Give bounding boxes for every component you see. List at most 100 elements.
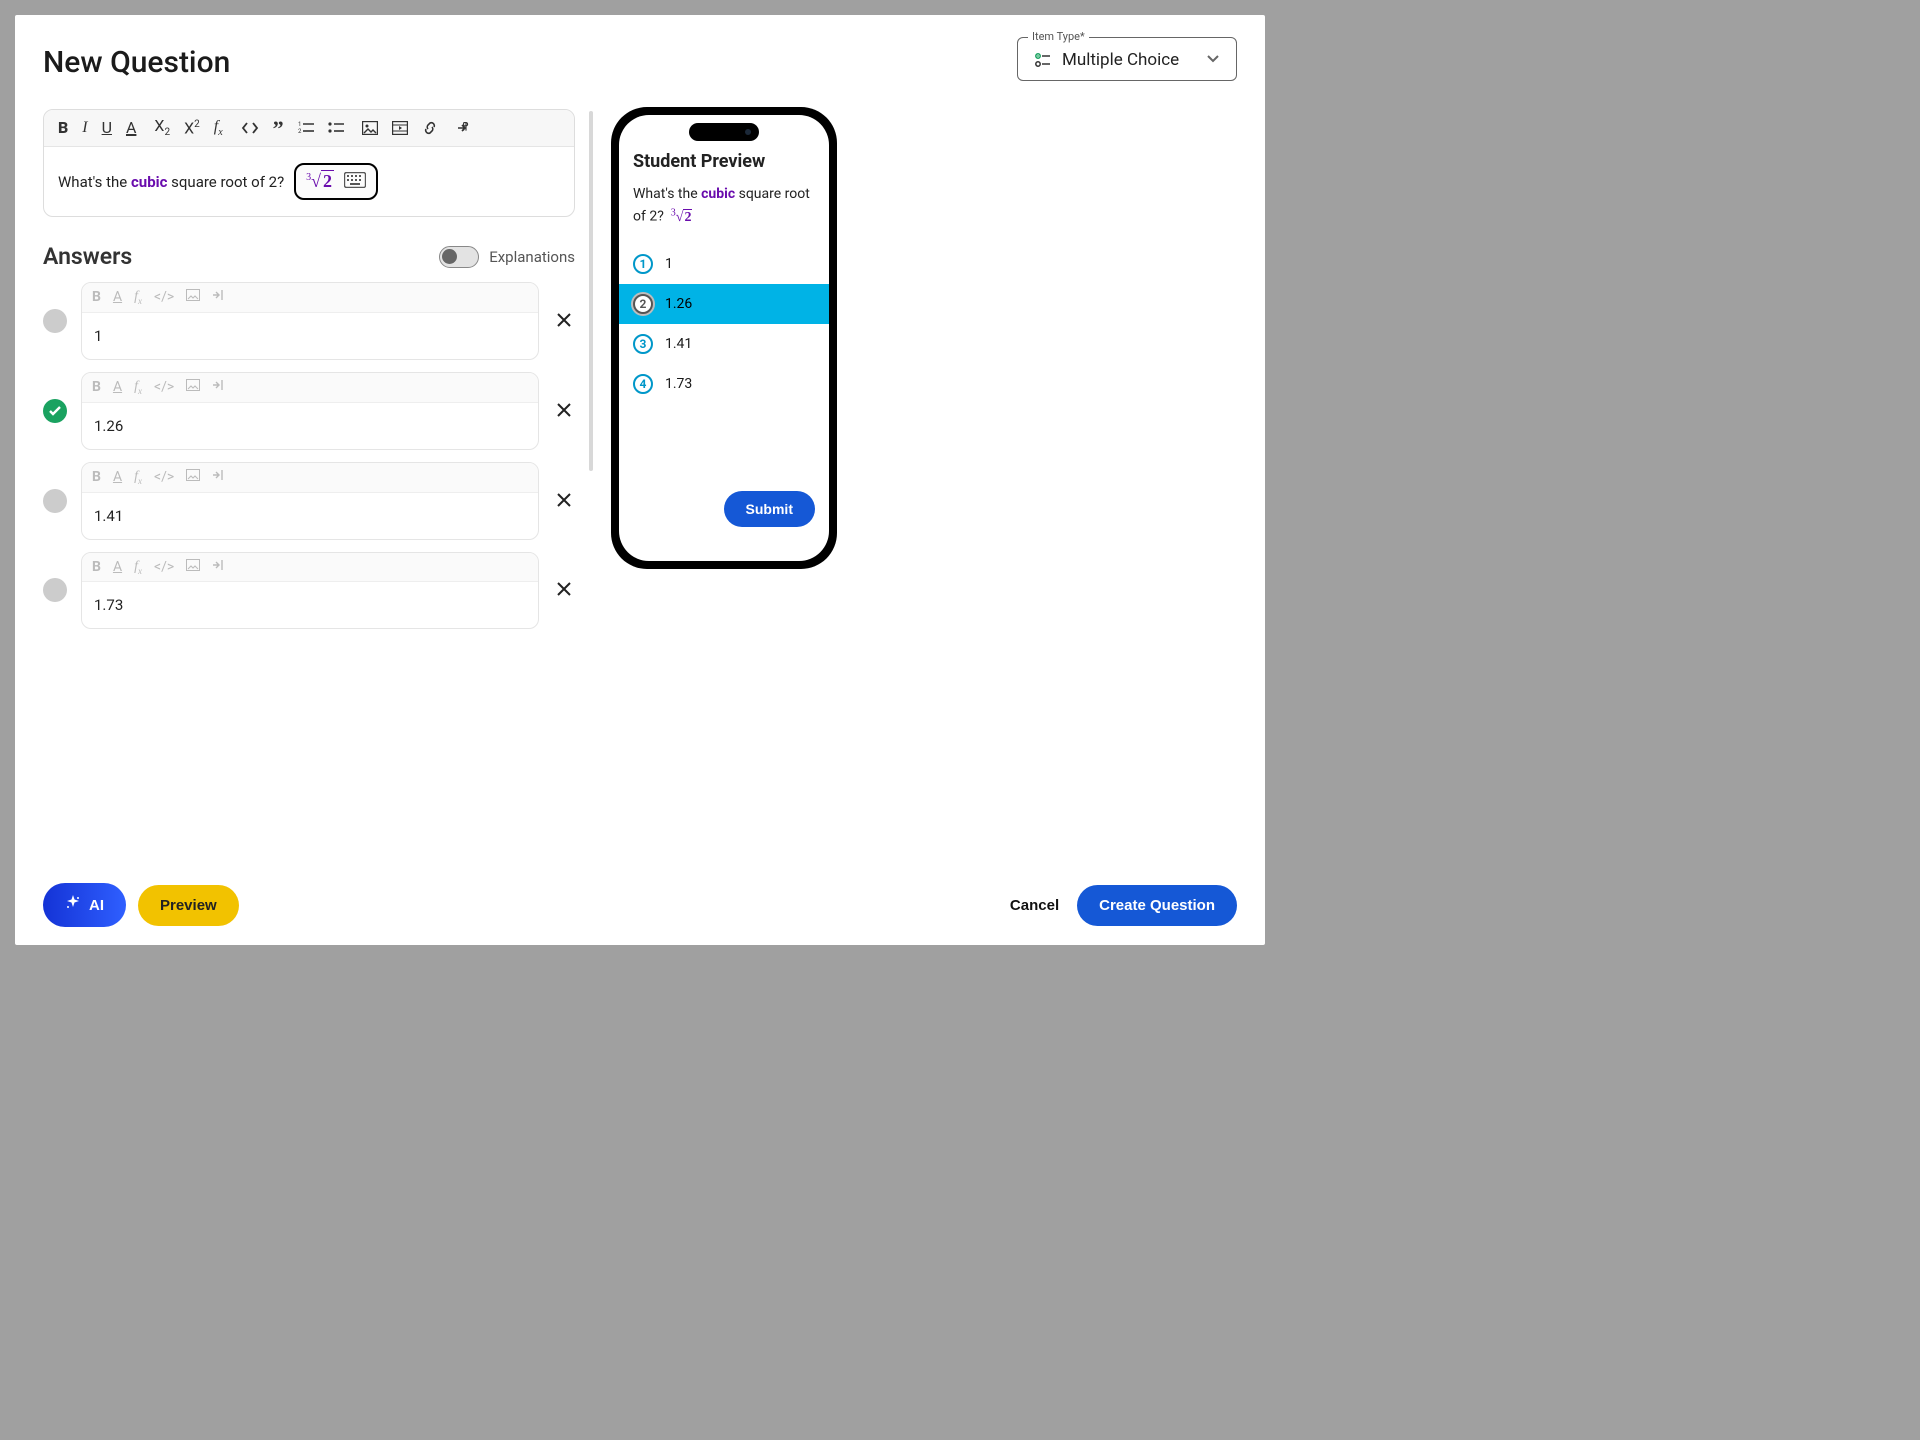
paragraph-dir-button[interactable] — [212, 379, 226, 396]
answers-header: Answers Explanations — [43, 243, 575, 270]
option-text: 1.41 — [665, 336, 692, 352]
svg-text:2: 2 — [298, 128, 302, 135]
option-text: 1.73 — [665, 376, 692, 392]
cancel-button[interactable]: Cancel — [992, 885, 1077, 926]
math-button[interactable]: fx — [134, 469, 142, 486]
text-color-button[interactable]: A — [113, 379, 122, 396]
column-divider[interactable] — [589, 111, 593, 471]
preview-option-list: 1121.2631.4141.73 — [619, 244, 829, 404]
editor-column: B I U A X2 X2 fx ” 12 — [43, 109, 575, 641]
answer-mini-toolbar: B A fx </> — [82, 463, 538, 493]
dynamic-island — [689, 123, 759, 141]
answer-row: B A fx </> 1.73 — [43, 552, 575, 630]
sparkle-icon — [65, 895, 81, 915]
bold-button[interactable]: B — [92, 559, 101, 576]
answer-text[interactable]: 1.73 — [82, 582, 538, 628]
code-button[interactable]: </> — [154, 379, 174, 396]
superscript-button[interactable]: X2 — [184, 120, 200, 136]
question-text: What's the cubic square root of 2? — [58, 173, 284, 191]
image-button[interactable] — [186, 559, 200, 576]
option-text: 1 — [665, 256, 673, 272]
rich-text-toolbar: B I U A X2 X2 fx ” 12 — [44, 110, 574, 147]
image-button[interactable] — [186, 469, 200, 486]
text-color-button[interactable]: A — [113, 469, 122, 486]
code-button[interactable] — [241, 121, 259, 135]
italic-button[interactable]: I — [82, 120, 87, 136]
keyboard-icon[interactable] — [344, 172, 366, 192]
question-content[interactable]: What's the cubic square root of 2? 3√2 — [44, 147, 574, 216]
bold-button[interactable]: B — [92, 379, 101, 396]
ordered-list-button[interactable]: 12 — [298, 121, 314, 135]
delete-answer-button[interactable] — [553, 489, 575, 513]
bold-button[interactable]: B — [92, 469, 101, 486]
answers-title: Answers — [43, 243, 132, 270]
svg-text:1: 1 — [298, 121, 301, 128]
text-color-button[interactable]: A — [113, 559, 122, 576]
image-button[interactable] — [186, 289, 200, 306]
ai-button[interactable]: AI — [43, 883, 126, 927]
explanations-toggle[interactable] — [439, 246, 479, 268]
item-type-value: Multiple Choice — [1062, 50, 1196, 70]
option-number-icon: 4 — [633, 374, 653, 394]
option-number-icon: 2 — [633, 294, 653, 314]
create-question-button[interactable]: Create Question — [1077, 885, 1237, 926]
item-type-select[interactable]: Item Type* Multiple Choice — [1017, 37, 1237, 81]
math-button[interactable]: fx — [134, 289, 142, 306]
delete-answer-button[interactable] — [553, 309, 575, 333]
answer-row: B A fx </> 1 — [43, 282, 575, 360]
answer-mini-toolbar: B A fx </> — [82, 373, 538, 403]
item-type-legend: Item Type* — [1028, 30, 1089, 43]
answer-list: B A fx </> 1 B A fx </> 1.26 B A fx </> — [43, 282, 575, 629]
preview-option[interactable]: 21.26 — [619, 284, 829, 324]
preview-option[interactable]: 11 — [619, 244, 829, 284]
page-title: New Question — [43, 45, 230, 80]
code-button[interactable]: </> — [154, 289, 174, 306]
video-button[interactable] — [392, 121, 408, 135]
answer-text[interactable]: 1 — [82, 313, 538, 359]
image-button[interactable] — [186, 379, 200, 396]
paragraph-dir-button[interactable] — [212, 469, 226, 486]
image-button[interactable] — [362, 121, 378, 135]
math-button[interactable]: fx — [134, 379, 142, 396]
answer-text[interactable]: 1.41 — [82, 493, 538, 539]
option-number-icon: 3 — [633, 334, 653, 354]
code-button[interactable]: </> — [154, 469, 174, 486]
code-button[interactable]: </> — [154, 559, 174, 576]
multiple-choice-icon — [1034, 51, 1052, 69]
math-button[interactable]: fx — [134, 559, 142, 576]
math-button[interactable]: fx — [214, 119, 223, 138]
underline-button[interactable]: U — [102, 120, 112, 136]
phone-screen: Student Preview What's the cubic square … — [619, 115, 829, 561]
answer-mini-toolbar: B A fx </> — [82, 283, 538, 313]
answer-correct-radio[interactable] — [43, 399, 67, 423]
preview-question: What's the cubic square root of 2? 3√2 — [619, 178, 829, 236]
option-number-icon: 1 — [633, 254, 653, 274]
delete-answer-button[interactable] — [553, 399, 575, 423]
bold-button[interactable]: B — [58, 120, 68, 136]
preview-button[interactable]: Preview — [138, 885, 239, 926]
text-color-button[interactable]: A — [113, 289, 122, 306]
explanations-label: Explanations — [489, 248, 575, 266]
answer-text[interactable]: 1.26 — [82, 403, 538, 449]
link-button[interactable] — [422, 121, 438, 135]
answer-correct-radio[interactable] — [43, 309, 67, 333]
answer-correct-radio[interactable] — [43, 578, 67, 602]
text-color-button[interactable]: A — [126, 120, 136, 136]
preview-option[interactable]: 41.73 — [619, 364, 829, 404]
unordered-list-button[interactable] — [328, 121, 344, 135]
answer-mini-toolbar: B A fx </> — [82, 553, 538, 583]
quote-button[interactable]: ” — [273, 122, 284, 135]
preview-option[interactable]: 31.41 — [619, 324, 829, 364]
paragraph-dir-button[interactable] — [456, 121, 472, 135]
math-input-capsule[interactable]: 3√2 — [294, 163, 378, 200]
app-root: Item Type* Multiple Choice New Question … — [15, 15, 1265, 945]
footer: AI Preview Cancel Create Question — [15, 871, 1265, 945]
math-expression: 3√2 — [306, 171, 334, 192]
submit-button[interactable]: Submit — [724, 491, 815, 527]
delete-answer-button[interactable] — [553, 578, 575, 602]
paragraph-dir-button[interactable] — [212, 289, 226, 306]
bold-button[interactable]: B — [92, 289, 101, 306]
paragraph-dir-button[interactable] — [212, 559, 226, 576]
answer-correct-radio[interactable] — [43, 489, 67, 513]
subscript-button[interactable]: X2 — [154, 118, 170, 138]
